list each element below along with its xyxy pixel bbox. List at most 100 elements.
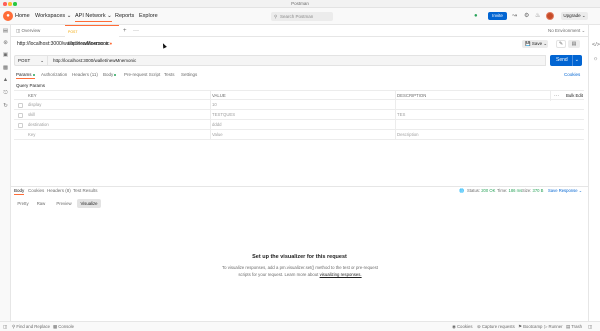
history-icon[interactable]: ↻	[2, 103, 9, 110]
collections-icon[interactable]: ▤	[2, 28, 9, 35]
minimize-window-icon[interactable]	[8, 2, 12, 6]
globe-icon[interactable]: 🌐	[459, 188, 464, 194]
search-icon: ⚲	[274, 14, 278, 19]
save-label: Save	[531, 41, 543, 46]
tab-authorization[interactable]: Authorization	[41, 72, 67, 78]
param-value[interactable]: TESTQUES	[212, 110, 235, 120]
nav-workspaces[interactable]: Workspaces ⌄	[35, 12, 71, 21]
url-input[interactable]: http://localhost:3000/wallet/newMnemonic	[48, 55, 546, 66]
environments-icon[interactable]: ▣	[2, 52, 9, 59]
mode-pretty[interactable]: Pretty	[14, 199, 32, 208]
send-button[interactable]: Send ⌄	[550, 55, 582, 66]
tab-body[interactable]: Body	[103, 72, 117, 78]
maximize-window-icon[interactable]	[13, 2, 17, 6]
response-tab-body[interactable]: Body	[14, 188, 25, 195]
new-tab-button[interactable]: +	[123, 25, 127, 37]
capture-requests-button[interactable]: ⊜ Capture requests	[477, 322, 515, 331]
lightbulb-icon[interactable]: ☼	[592, 56, 599, 63]
active-dot-icon	[32, 73, 35, 76]
method-select[interactable]: POST ⌄	[14, 55, 48, 66]
trash-button[interactable]: ▤ Trash	[566, 322, 582, 331]
capture-icon: ⊜	[477, 324, 481, 329]
row-checkbox[interactable]	[18, 112, 23, 118]
tab-prerequest-script[interactable]: Pre-request Script	[124, 72, 160, 78]
runner-button[interactable]: ▷ Runner	[544, 322, 563, 331]
chevron-down-icon: ⌄	[107, 13, 112, 19]
tab-params[interactable]: Params	[16, 72, 35, 79]
bootcamp-button[interactable]: ⚑ Bootcamp	[518, 322, 542, 331]
cookies-link[interactable]: Cookies	[564, 72, 580, 78]
tab-headers[interactable]: Headers (11)	[72, 72, 98, 78]
column-divider	[395, 130, 396, 140]
tabs-bar: ◫ Overview POST http://localhost:3000 ● …	[11, 25, 588, 46]
layout-icon[interactable]: ◫	[588, 322, 592, 331]
mock-servers-icon[interactable]: ▩	[2, 65, 9, 72]
param-value[interactable]: dddd	[212, 120, 222, 130]
nav-home[interactable]: Home	[15, 12, 30, 21]
chevron-down-icon: ⌄	[581, 13, 586, 18]
save-button[interactable]: 💾 Save ⌄	[522, 40, 548, 48]
new-param-description[interactable]: Description	[397, 130, 419, 140]
column-divider	[210, 110, 211, 120]
close-window-icon[interactable]	[3, 2, 7, 6]
request-title[interactable]: http://localhost:3000/wallet/newMnemonic	[17, 41, 110, 47]
param-key[interactable]: skill	[28, 110, 35, 120]
search-input[interactable]: ⚲ Search Postman	[271, 12, 333, 21]
save-response-button[interactable]: Save Response ⌄	[548, 188, 582, 194]
tab-request[interactable]: POST http://localhost:3000 ●	[65, 25, 119, 46]
tab-params-label: Params	[16, 72, 32, 77]
avatar[interactable]	[546, 12, 554, 20]
param-key[interactable]: destination	[28, 120, 49, 130]
column-divider	[395, 120, 396, 130]
gear-icon[interactable]: ⚙	[524, 12, 529, 20]
trash-label: Trash	[571, 324, 583, 329]
invite-button[interactable]: Invite	[488, 12, 507, 20]
monitors-icon[interactable]: ▲	[2, 77, 9, 84]
pane-splitter[interactable]	[11, 186, 588, 187]
row-checkbox[interactable]	[18, 102, 23, 108]
tab-settings[interactable]: Settings	[181, 72, 197, 78]
upgrade-button[interactable]: Upgrade ⌄	[561, 12, 588, 20]
column-divider	[395, 110, 396, 120]
satellite-icon[interactable]: ↝	[512, 12, 517, 20]
param-description[interactable]: TES	[397, 110, 405, 120]
nav-api-network-label: API Network	[75, 13, 106, 19]
cookies-button[interactable]: ◉ Cookies	[452, 322, 472, 331]
mode-visualize[interactable]: Visualize	[77, 199, 101, 208]
tab-options-button[interactable]: ···	[133, 25, 139, 37]
new-param-key[interactable]: Key	[28, 130, 35, 140]
response-tab-headers[interactable]: Headers (8)	[47, 188, 71, 194]
edit-icon[interactable]: ✎	[556, 40, 566, 48]
add-user-icon[interactable]: ●	[474, 12, 478, 20]
visualizer-line-2-text: scripts for your request. Learn more abo…	[238, 272, 319, 277]
nav-explore[interactable]: Explore	[139, 12, 158, 21]
param-value[interactable]: 10	[212, 100, 217, 110]
console-button[interactable]: ▩ Console	[53, 322, 74, 331]
left-sidebar: ▤ ⊛ ▣ ▩ ▲ ⎋ ↻	[0, 25, 11, 321]
response-tab-test-results[interactable]: Test Results	[73, 188, 98, 194]
upgrade-label: Upgrade	[563, 13, 581, 18]
overview-icon: ◫	[16, 28, 21, 33]
apis-icon[interactable]: ⊛	[2, 40, 9, 47]
tab-overview[interactable]: ◫ Overview	[13, 25, 49, 37]
environment-label: No Environment	[548, 28, 581, 33]
postman-logo-icon[interactable]: ●	[3, 11, 13, 21]
visualizer-docs-link[interactable]: visualizing responses.	[320, 272, 362, 277]
response-tab-cookies[interactable]: Cookies	[28, 188, 44, 194]
nav-reports[interactable]: Reports	[115, 12, 134, 21]
mode-raw[interactable]: Raw	[34, 199, 48, 208]
comments-icon[interactable]: ▤	[568, 40, 580, 48]
find-replace-button[interactable]: ⚲ Find and Replace	[12, 322, 50, 331]
flows-icon[interactable]: ⎋	[2, 90, 9, 97]
environment-select[interactable]: No Environment ⌄	[548, 27, 586, 35]
nav-api-network[interactable]: API Network ⌄	[75, 12, 112, 22]
sidebar-toggle-icon[interactable]: ◫	[3, 322, 7, 331]
code-icon[interactable]: </>	[592, 42, 600, 49]
time-value: 186 ms	[508, 188, 523, 193]
bell-icon[interactable]: ♨	[535, 12, 540, 20]
new-param-value[interactable]: Value	[212, 130, 223, 140]
param-key[interactable]: display	[28, 100, 41, 110]
mode-preview[interactable]: Preview	[54, 199, 74, 208]
row-checkbox[interactable]	[18, 122, 23, 128]
tab-tests[interactable]: Tests	[164, 72, 175, 78]
